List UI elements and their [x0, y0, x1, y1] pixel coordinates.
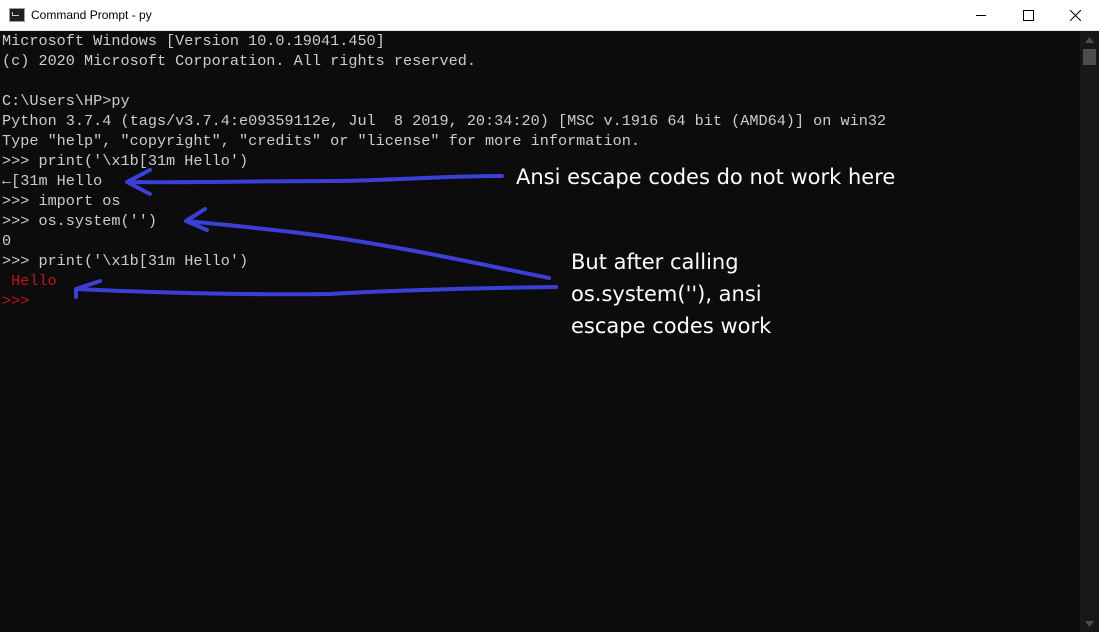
- console-line: (c) 2020 Microsoft Corporation. All righ…: [2, 52, 476, 70]
- annotation-line: escape codes work: [571, 314, 772, 338]
- cmd-icon: [9, 8, 25, 22]
- console-line: Type "help", "copyright", "credits" or "…: [2, 132, 640, 150]
- scroll-up-button[interactable]: [1080, 31, 1099, 48]
- minimize-button[interactable]: [958, 0, 1004, 31]
- console-line: >>> os.system(''): [2, 212, 157, 230]
- close-icon: [1069, 10, 1081, 21]
- console-prompt: >>>: [2, 292, 30, 310]
- chevron-down-icon: [1085, 620, 1094, 627]
- console-line: >>> print('\x1b[31m Hello'): [2, 152, 249, 170]
- annotation-no-ansi: Ansi escape codes do not work here: [516, 165, 896, 189]
- console-output[interactable]: Microsoft Windows [Version 10.0.19041.45…: [0, 31, 1080, 632]
- maximize-icon: [1022, 10, 1034, 21]
- console-line: >>> import os: [2, 192, 121, 210]
- minimize-icon: [975, 15, 986, 16]
- console-line-red-hello: Hello: [2, 272, 57, 290]
- chevron-up-icon: [1085, 36, 1094, 43]
- console-line: Microsoft Windows [Version 10.0.19041.45…: [2, 32, 385, 50]
- scroll-thumb[interactable]: [1083, 49, 1096, 65]
- annotation-line: But after calling: [571, 250, 739, 274]
- annotation-ansi-works: But after calling os.system(''), ansi es…: [571, 246, 811, 342]
- console-line: >>> print('\x1b[31m Hello'): [2, 252, 249, 270]
- title-bar[interactable]: Command Prompt - py: [0, 0, 1099, 31]
- vertical-scrollbar[interactable]: [1080, 31, 1099, 632]
- console-line: C:\Users\HP>py: [2, 92, 130, 110]
- maximize-button[interactable]: [1005, 0, 1051, 31]
- annotation-line: os.system(''), ansi: [571, 282, 762, 306]
- window-title: Command Prompt - py: [31, 8, 152, 22]
- scroll-down-button[interactable]: [1080, 615, 1099, 632]
- close-button[interactable]: [1052, 0, 1098, 31]
- console-line: Python 3.7.4 (tags/v3.7.4:e09359112e, Ju…: [2, 112, 887, 130]
- console-line: ←[31m Hello: [2, 172, 103, 190]
- console-line: 0: [2, 232, 12, 250]
